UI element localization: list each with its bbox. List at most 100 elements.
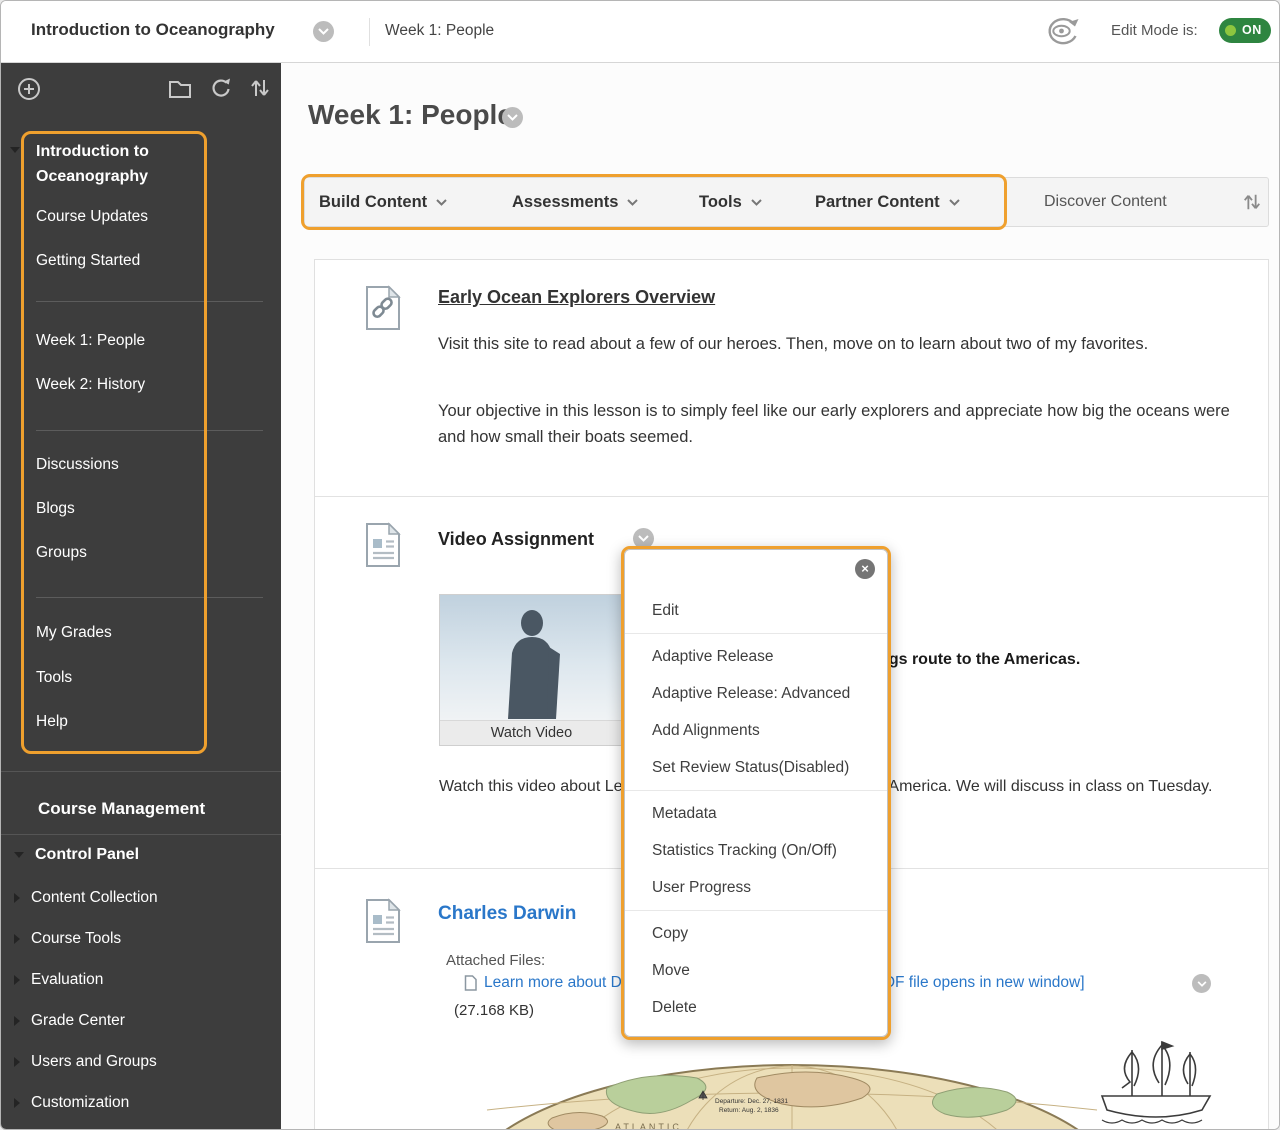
chevron-down-icon	[1197, 981, 1207, 987]
sidebar-item-blogs[interactable]: Blogs	[36, 500, 75, 518]
content-item-title-video-assignment[interactable]: Video Assignment	[438, 529, 594, 550]
sidebar-item-content-collection[interactable]: Content Collection	[14, 889, 158, 907]
video-thumbnail[interactable]: Watch Video	[439, 594, 624, 746]
attached-files-label: Attached Files:	[446, 952, 545, 969]
sidebar-item-customization[interactable]: Customization	[14, 1094, 129, 1112]
close-icon[interactable]: ×	[855, 559, 875, 579]
page-title-menu-button[interactable]	[502, 107, 523, 128]
sidebar-item-help[interactable]: Help	[36, 713, 68, 731]
sidebar-item-course-tools[interactable]: Course Tools	[14, 930, 121, 948]
attached-file-size: (27.168 KB)	[454, 1002, 534, 1019]
sidebar-item-label: Users and Groups	[31, 1053, 157, 1071]
sidebar-item-label: Evaluation	[31, 971, 103, 989]
sidebar-item-discussions[interactable]: Discussions	[36, 456, 119, 474]
chevron-right-icon	[14, 1016, 20, 1026]
sidebar-item-week-1-people[interactable]: Week 1: People	[36, 332, 145, 350]
menu-item-user-progress[interactable]: User Progress	[625, 869, 887, 906]
button-label: Build Content	[319, 193, 427, 212]
menu-item-set-review-status[interactable]: Set Review Status(Disabled)	[625, 749, 887, 786]
button-label: Tools	[699, 193, 742, 212]
partner-content-button[interactable]: Partner Content	[815, 178, 960, 226]
context-menu-highlight-box: × Edit Adaptive Release Adaptive Release…	[621, 546, 891, 1040]
reorder-icon[interactable]	[249, 76, 271, 105]
sidebar-item-week-2-history[interactable]: Week 2: History	[36, 376, 145, 394]
sidebar-item-grade-center[interactable]: Grade Center	[14, 1012, 125, 1030]
file-icon	[464, 975, 477, 991]
header-separator	[369, 18, 370, 46]
divider	[36, 301, 263, 302]
chevron-down-icon	[627, 199, 638, 206]
menu-item-adaptive-release-advanced[interactable]: Adaptive Release: Advanced	[625, 675, 887, 712]
chevron-down-icon	[507, 114, 518, 121]
chevron-right-icon	[14, 975, 20, 985]
chevron-down-icon	[638, 535, 649, 542]
menu-item-add-alignments[interactable]: Add Alignments	[625, 712, 887, 749]
chevron-right-icon	[14, 934, 20, 944]
sidebar-item-label: Grade Center	[31, 1012, 125, 1030]
build-content-button[interactable]: Build Content	[319, 178, 447, 226]
sidebar-item-getting-started[interactable]: Getting Started	[36, 252, 140, 270]
add-menu-item-icon[interactable]	[17, 77, 41, 106]
divider	[36, 597, 263, 598]
world-map-image: Departure: Dec. 27, 1831 Return: Aug. 2,…	[457, 1032, 1127, 1130]
chevron-right-icon	[14, 893, 20, 903]
sidebar-item-my-grades[interactable]: My Grades	[36, 624, 112, 642]
menu-item-adaptive-release[interactable]: Adaptive Release	[625, 638, 887, 675]
chevron-right-icon	[14, 1057, 20, 1067]
breadcrumb: Week 1: People	[385, 22, 494, 40]
page-title: Week 1: People	[308, 99, 513, 131]
content-document-icon	[364, 898, 402, 949]
sidebar-item-groups[interactable]: Groups	[36, 544, 87, 562]
statue-photo	[440, 595, 623, 720]
refresh-icon[interactable]	[209, 76, 233, 105]
sidebar-item-control-panel[interactable]: Control Panel	[14, 846, 139, 864]
menu-item-metadata[interactable]: Metadata	[625, 795, 887, 832]
divider	[36, 430, 263, 431]
menu-item-edit[interactable]: Edit	[625, 592, 887, 629]
assessments-button[interactable]: Assessments	[512, 178, 638, 226]
sidebar-item-label: Customization	[31, 1094, 129, 1112]
button-label: Partner Content	[815, 193, 940, 212]
edit-mode-toggle[interactable]: ON	[1219, 18, 1271, 43]
sidebar-item-tools[interactable]: Tools	[36, 669, 72, 687]
map-ocean-label: ATLANTIC	[615, 1122, 682, 1130]
top-header: Introduction to Oceanography Week 1: Peo…	[1, 1, 1279, 63]
button-label: Assessments	[512, 193, 618, 212]
context-menu-header: ×	[625, 550, 887, 588]
folder-view-icon[interactable]	[168, 79, 192, 104]
action-bar: Build Content Assessments Tools Partner …	[304, 177, 1269, 227]
course-sidebar: Introduction to Oceanography Course Upda…	[1, 63, 281, 1129]
item-paragraph: Your objective in this lesson is to simp…	[438, 399, 1238, 450]
sidebar-item-users-and-groups[interactable]: Users and Groups	[14, 1053, 157, 1071]
attached-file-menu-button[interactable]	[1192, 974, 1211, 993]
menu-item-copy[interactable]: Copy	[625, 915, 887, 952]
watch-video-caption[interactable]: Watch Video	[440, 720, 623, 745]
edit-mode-value: ON	[1242, 23, 1262, 37]
map-return-label: Return: Aug. 2, 1836	[719, 1107, 779, 1114]
menu-item-delete[interactable]: Delete	[625, 989, 887, 1026]
weblink-document-icon	[364, 285, 402, 336]
divider	[315, 496, 1268, 497]
edit-mode-indicator-dot	[1225, 25, 1236, 36]
content-item-title-charles-darwin[interactable]: Charles Darwin	[438, 903, 576, 925]
student-preview-icon[interactable]	[1044, 15, 1082, 52]
collapse-menu-icon[interactable]	[10, 147, 20, 153]
discover-content-button[interactable]: Discover Content	[1044, 178, 1167, 226]
menu-item-statistics-tracking[interactable]: Statistics Tracking (On/Off)	[625, 832, 887, 869]
reorder-items-icon[interactable]	[1242, 191, 1262, 218]
chevron-right-icon	[14, 1098, 20, 1108]
context-menu-group: Edit	[625, 588, 887, 633]
chevron-down-icon	[949, 199, 960, 206]
menu-item-move[interactable]: Move	[625, 952, 887, 989]
tools-button[interactable]: Tools	[699, 178, 762, 226]
course-title-menu-button[interactable]	[313, 21, 334, 42]
ship-illustration	[1092, 1032, 1222, 1130]
blackboard-course-page: Introduction to Oceanography Week 1: Peo…	[0, 0, 1280, 1130]
content-item-title-explorers[interactable]: Early Ocean Explorers Overview	[438, 287, 715, 308]
sidebar-item-course-home[interactable]: Introduction to Oceanography	[36, 139, 201, 189]
sidebar-item-course-updates[interactable]: Course Updates	[36, 208, 148, 226]
sidebar-item-evaluation[interactable]: Evaluation	[14, 971, 103, 989]
content-document-icon	[364, 522, 402, 573]
item-paragraph: Visit this site to read about a few of o…	[438, 332, 1183, 358]
divider	[1, 771, 281, 772]
